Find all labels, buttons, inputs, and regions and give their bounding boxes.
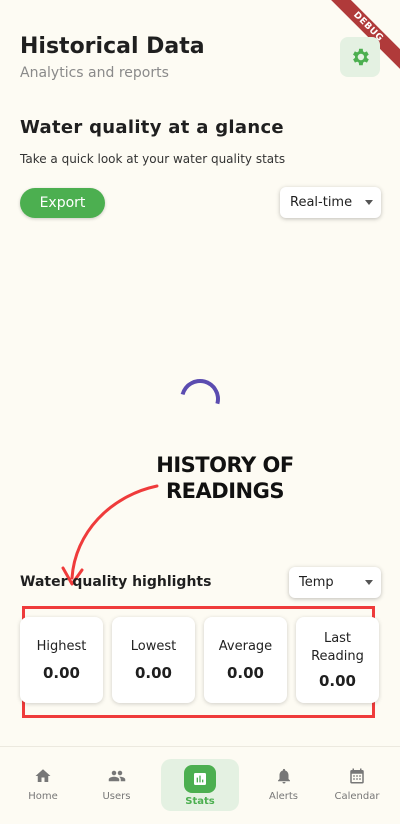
bottom-navigation: Home Users Stats Alerts Calendar bbox=[0, 746, 400, 824]
parameter-select-value: Temp bbox=[299, 575, 334, 590]
lowest-card: Lowest 0.00 bbox=[112, 617, 195, 703]
overview-description: Take a quick look at your water quality … bbox=[20, 152, 286, 166]
bell-icon bbox=[277, 768, 290, 784]
card-label: Highest bbox=[36, 638, 87, 654]
chevron-down-icon bbox=[365, 200, 373, 205]
calendar-icon bbox=[350, 768, 364, 784]
users-icon bbox=[108, 770, 125, 782]
nav-item-calendar[interactable]: Calendar bbox=[328, 747, 386, 824]
overview-title: Water quality at a glance bbox=[20, 117, 284, 138]
loading-spinner bbox=[172, 371, 228, 427]
stats-icon bbox=[194, 773, 206, 785]
card-label: Average bbox=[218, 638, 273, 654]
card-value: 0.00 bbox=[318, 672, 356, 690]
nav-label: Users bbox=[102, 791, 131, 802]
nav-item-alerts[interactable]: Alerts bbox=[255, 747, 313, 824]
highlights-title: Water quality highlights bbox=[20, 574, 212, 590]
stats-icon-container bbox=[184, 765, 216, 793]
highlight-cards: Highest 0.00 Lowest 0.00 Average 0.00 La… bbox=[20, 617, 379, 703]
card-value: 0.00 bbox=[42, 663, 80, 682]
page-header: Historical Data Analytics and reports bbox=[20, 34, 205, 81]
card-label: Lowest bbox=[130, 638, 177, 654]
page-title: Historical Data bbox=[20, 34, 205, 59]
nav-label: Home bbox=[28, 791, 58, 802]
gear-icon bbox=[353, 48, 369, 66]
annotation-line-1: HISTORY OF bbox=[156, 453, 294, 477]
settings-button[interactable] bbox=[340, 37, 380, 77]
parameter-select[interactable]: Temp bbox=[289, 567, 381, 598]
range-select-value: Real-time bbox=[290, 195, 353, 210]
chevron-down-icon bbox=[365, 580, 373, 585]
annotation-line-2: READINGS bbox=[166, 479, 284, 503]
range-select[interactable]: Real-time bbox=[280, 187, 381, 218]
home-icon bbox=[35, 769, 51, 782]
nav-item-stats[interactable]: Stats bbox=[161, 759, 239, 811]
nav-label: Calendar bbox=[334, 791, 380, 802]
history-annotation: HISTORY OF READINGS bbox=[150, 452, 300, 504]
card-value: 0.00 bbox=[226, 663, 264, 682]
average-card: Average 0.00 bbox=[204, 617, 287, 703]
nav-item-users[interactable]: Users bbox=[88, 747, 146, 824]
card-label: Last Reading bbox=[311, 631, 364, 664]
highest-card: Highest 0.00 bbox=[20, 617, 103, 703]
export-button[interactable]: Export bbox=[20, 188, 105, 218]
nav-label: Stats bbox=[185, 796, 215, 807]
card-value: 0.00 bbox=[134, 663, 172, 682]
page-subtitle: Analytics and reports bbox=[20, 65, 169, 81]
nav-label: Alerts bbox=[268, 791, 298, 802]
nav-item-home[interactable]: Home bbox=[14, 747, 72, 824]
last-reading-card: Last Reading 0.00 bbox=[296, 617, 379, 703]
